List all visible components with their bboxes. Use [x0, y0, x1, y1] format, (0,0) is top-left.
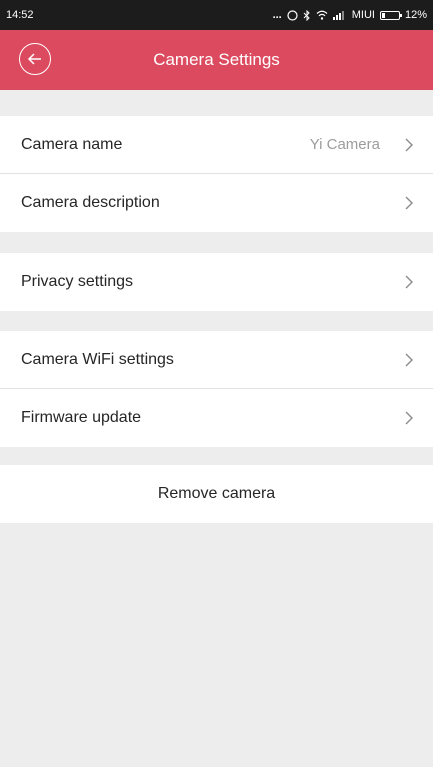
firmware-update-row[interactable]: Firmware update — [0, 389, 433, 447]
privacy-settings-row[interactable]: Privacy settings — [0, 253, 433, 311]
camera-name-right: Yi Camera — [310, 136, 414, 153]
back-arrow-icon — [27, 53, 41, 65]
back-button[interactable] — [19, 43, 51, 75]
status-bar: 14:52 ... MIUI 12% — [0, 0, 433, 30]
camera-description-label: Camera description — [21, 194, 160, 211]
battery-icon — [379, 10, 402, 20]
firmware-update-label: Firmware update — [21, 409, 142, 426]
status-icons: ... MIUI 12% — [273, 9, 427, 21]
bluetooth-icon — [303, 9, 310, 21]
status-time: 14:52 — [6, 9, 34, 21]
battery-percent: 12% — [404, 9, 427, 21]
camera-info-group: Camera name Yi Camera Camera description — [0, 116, 433, 232]
privacy-group: Privacy settings — [0, 253, 433, 311]
camera-name-label: Camera name — [21, 135, 123, 153]
camera-name-row[interactable]: Camera name Yi Camera — [0, 116, 433, 174]
privacy-settings-label: Privacy settings — [21, 273, 134, 290]
chevron-right-icon — [405, 196, 413, 210]
more-dots-icon: ... — [272, 9, 282, 21]
device-group: Camera WiFi settings Firmware update — [0, 331, 433, 447]
camera-wifi-settings-label: Camera WiFi settings — [21, 350, 174, 368]
circle-icon — [287, 9, 298, 21]
carrier-label: MIUI — [351, 9, 375, 21]
camera-description-row[interactable]: Camera description — [0, 174, 433, 232]
signal-icon — [332, 11, 344, 20]
remove-camera-label: Remove camera — [157, 485, 276, 502]
chevron-right-icon — [405, 411, 413, 425]
chevron-right-icon — [405, 138, 413, 151]
chevron-right-icon — [405, 275, 413, 289]
chevron-right-icon — [405, 353, 413, 366]
wifi-icon — [316, 10, 328, 20]
camera-name-value: Yi Camera — [309, 136, 380, 153]
camera-wifi-settings-row[interactable]: Camera WiFi settings — [0, 331, 433, 389]
remove-camera-button[interactable]: Remove camera — [0, 465, 433, 523]
page-title: Camera Settings — [153, 50, 280, 69]
app-bar: Camera Settings — [0, 30, 433, 90]
